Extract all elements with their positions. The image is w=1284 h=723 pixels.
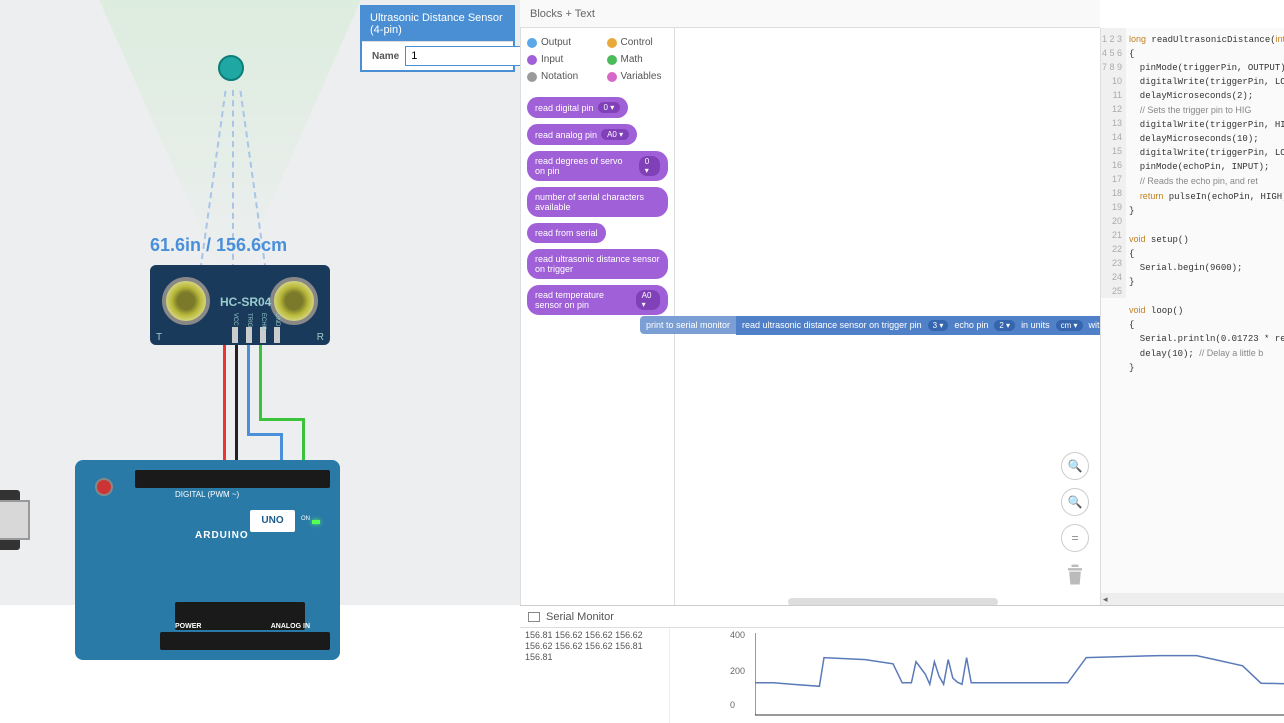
digital-pin-header[interactable] <box>135 470 330 488</box>
power-led <box>312 520 320 524</box>
sensor-pins <box>232 327 280 343</box>
category-control[interactable]: Control <box>607 34 669 51</box>
component-title: Ultrasonic Distance Sensor (4-pin) <box>362 7 513 41</box>
code-panel[interactable]: 1 2 3 4 5 6 7 8 9 10 11 12 13 14 15 16 1… <box>1100 28 1284 605</box>
code-mode-header: Blocks + Text <box>520 0 1100 28</box>
palette-block[interactable]: read ultrasonic distance sensor on trigg… <box>527 249 668 279</box>
zoom-fit-button[interactable]: = <box>1061 524 1089 552</box>
serial-plot <box>755 633 1284 718</box>
category-math[interactable]: Math <box>607 51 669 68</box>
trigger-pin-dropdown[interactable]: 3 ▾ <box>928 320 949 331</box>
uno-logo: UNO <box>250 510 295 532</box>
palette-block[interactable]: number of serial characters available <box>527 187 668 217</box>
code-mode-label[interactable]: Blocks + Text <box>520 8 595 20</box>
sensor-transmitter <box>162 277 210 325</box>
arduino-logo: ARDUINO <box>195 530 249 541</box>
horizontal-scrollbar[interactable]: ◂ <box>1101 593 1284 605</box>
digital-label: DIGITAL (PWM ~) <box>175 490 239 499</box>
reset-button[interactable] <box>95 478 113 496</box>
palette-block[interactable]: read degrees of servo on pin0 ▾ <box>527 151 668 181</box>
blocks-palette: Output Control Input Math Notation Varia… <box>520 0 675 605</box>
category-notation[interactable]: Notation <box>527 68 589 85</box>
palette-block[interactable]: read from serial <box>527 223 606 243</box>
print-serial-block[interactable]: print to serial monitor read ultrasonic … <box>640 315 1154 335</box>
sensor-model-label: HC-SR04 <box>220 295 271 309</box>
palette-block[interactable]: read temperature sensor on pinA0 ▾ <box>527 285 668 315</box>
circuit-canvas[interactable]: 61.6in / 156.6cm HC-SR04 VCC TRIG ECHO G… <box>0 0 520 605</box>
name-label: Name <box>366 51 405 62</box>
serial-icon <box>528 612 540 622</box>
category-variables[interactable]: Variables <box>607 68 669 85</box>
zoom-out-button[interactable]: 🔍 <box>1061 488 1089 516</box>
line-numbers: 1 2 3 4 5 6 7 8 9 10 11 12 13 14 15 16 1… <box>1101 28 1126 298</box>
palette-block[interactable]: read digital pin0 ▾ <box>527 97 628 118</box>
wire-trig[interactable] <box>259 345 262 420</box>
usb-connector <box>0 500 30 540</box>
serial-log[interactable]: 156.81 156.62 156.62 156.62 156.62 156.6… <box>520 628 670 723</box>
category-input[interactable]: Input <box>527 51 589 68</box>
ultrasonic-sensor[interactable]: HC-SR04 VCC TRIG ECHO GND T R <box>150 265 330 345</box>
wire-trig <box>259 418 304 421</box>
serial-monitor-panel: Serial Monitor 156.81 156.62 156.62 156.… <box>520 605 1284 722</box>
zoom-in-button[interactable]: 🔍 <box>1061 452 1089 480</box>
arduino-board[interactable]: DIGITAL (PWM ~) UNO ARDUINO ON POWER ANA… <box>75 460 340 660</box>
wire-echo <box>247 433 282 436</box>
wire-echo[interactable] <box>247 345 250 435</box>
distance-readout: 61.6in / 156.6cm <box>150 235 287 256</box>
palette-block[interactable]: read analog pinA0 ▾ <box>527 124 637 145</box>
trash-icon[interactable] <box>1061 560 1089 592</box>
component-properties-panel: Ultrasonic Distance Sensor (4-pin) Name <box>360 5 515 72</box>
power-analog-header[interactable] <box>160 632 330 650</box>
category-output[interactable]: Output <box>527 34 589 51</box>
target-object[interactable] <box>218 55 244 81</box>
wire-gnd[interactable] <box>235 345 238 475</box>
echo-pin-dropdown[interactable]: 2 ▾ <box>994 320 1015 331</box>
serial-graph[interactable]: 400 200 0 <box>670 628 1284 723</box>
units-dropdown[interactable]: cm ▾ <box>1056 320 1083 331</box>
serial-title: Serial Monitor <box>546 611 614 623</box>
block-list: read digital pin0 ▾ read analog pinA0 ▾ re… <box>521 93 674 319</box>
code-text[interactable]: long readUltrasonicDistance(int { pinMod… <box>1129 32 1284 389</box>
